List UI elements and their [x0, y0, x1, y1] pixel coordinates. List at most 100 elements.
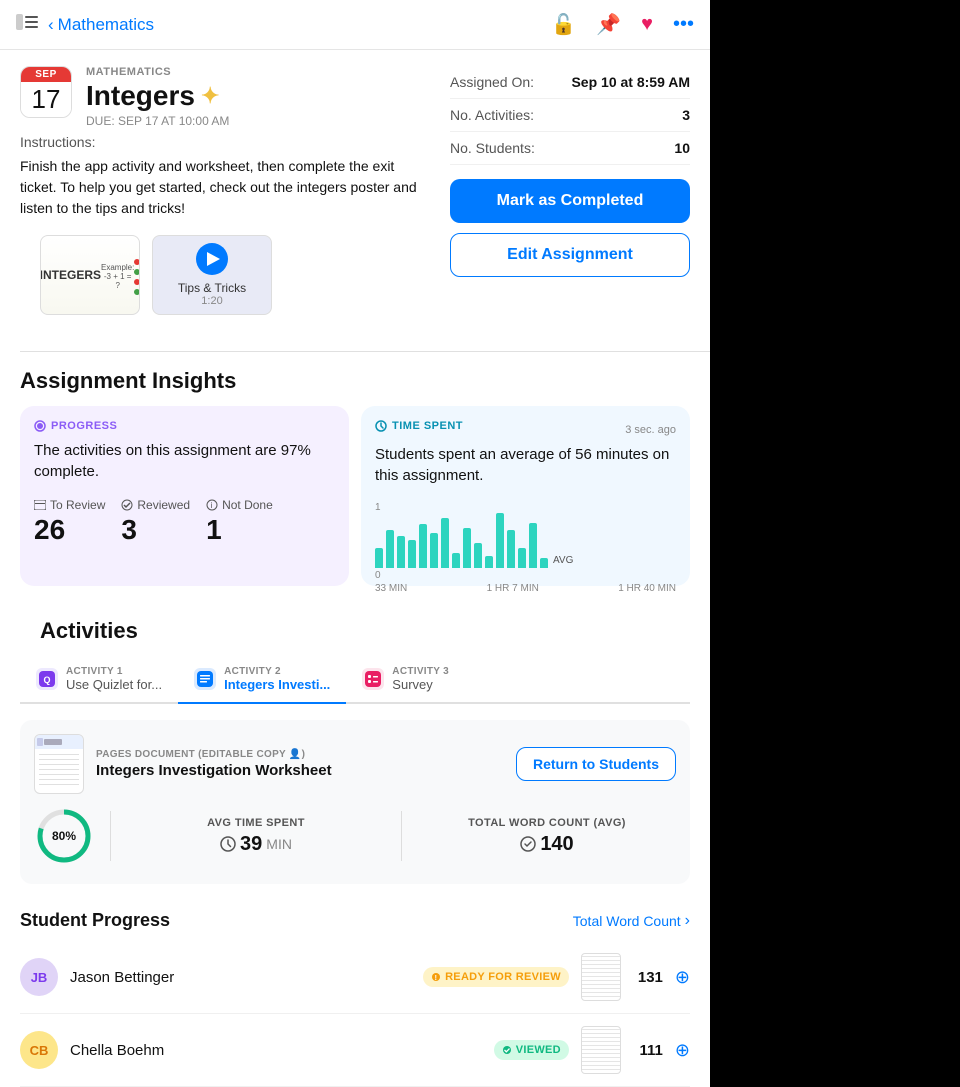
bar-3: [408, 540, 416, 568]
thumb-lines: [582, 1027, 620, 1073]
word-count-value: 140: [418, 833, 676, 856]
student-thumb-chella[interactable]: [581, 1026, 621, 1074]
sidebar-icon[interactable]: [16, 13, 38, 36]
back-nav[interactable]: ‹ Mathematics: [48, 15, 154, 35]
insights-grid: PROGRESS The activities on this assignme…: [0, 406, 710, 602]
students-row: No. Students: 10: [450, 132, 690, 165]
activity-tabs: Q ACTIVITY 1 Use Quizlet for... ACTIVITY…: [20, 656, 690, 704]
activities-label: No. Activities:: [450, 107, 534, 123]
insights-title: Assignment Insights: [0, 352, 710, 406]
activity-tab-2[interactable]: ACTIVITY 2 Integers Investi...: [178, 656, 346, 704]
activity-tab-3[interactable]: ACTIVITY 3 Survey: [346, 656, 465, 704]
more-options-chella[interactable]: ⊕: [675, 1040, 690, 1061]
doc-type-label: PAGES DOCUMENT (EDITABLE COPY 👤): [96, 749, 332, 760]
integers-poster-thumb[interactable]: INTEGERS Example: -3 + 1 = ?: [40, 235, 140, 315]
unlock-icon[interactable]: 🔓: [551, 12, 576, 37]
word-count-icon: [520, 836, 536, 852]
bar-chart: 1: [375, 502, 676, 572]
progress-ring: 80%: [34, 806, 94, 866]
tips-tricks-video[interactable]: Tips & Tricks 1:20: [152, 235, 272, 315]
pin-icon[interactable]: 📌: [596, 12, 621, 37]
chart-labels: 33 MIN 1 HR 7 MIN 1 HR 40 MIN: [375, 583, 676, 594]
more-options-jason[interactable]: ⊕: [675, 967, 690, 988]
metric-divider-1: [110, 811, 111, 861]
bar-10: [485, 556, 493, 568]
activities-row: No. Activities: 3: [450, 99, 690, 132]
bar-1: [386, 530, 394, 568]
total-word-count-link[interactable]: Total Word Count ›: [573, 912, 690, 930]
assigned-on-label: Assigned On:: [450, 74, 534, 90]
reviewed-label: Reviewed: [121, 498, 190, 512]
header-section: SEP 17 MATHEMATICS Integers ✦ DUE: SEP 1…: [0, 50, 710, 351]
instructions-text: Finish the app activity and worksheet, t…: [20, 156, 430, 219]
right-header: Assigned On: Sep 10 at 8:59 AM No. Activ…: [450, 66, 690, 335]
instructions-label: Instructions:: [20, 134, 430, 150]
svg-text:i: i: [211, 501, 213, 510]
progress-text: The activities on this assignment are 97…: [34, 440, 335, 482]
quizlet-icon: Q: [36, 668, 58, 690]
bar-8: [463, 528, 471, 568]
clock-icon: [220, 836, 236, 852]
avg-label: AVG: [553, 555, 573, 568]
edit-assignment-button[interactable]: Edit Assignment: [450, 233, 690, 277]
mark-completed-button[interactable]: Mark as Completed: [450, 179, 690, 223]
doc-header: PAGES DOCUMENT (EDITABLE COPY 👤) Integer…: [34, 734, 676, 794]
thumb-lines: [582, 954, 620, 1000]
survey-icon: [362, 668, 384, 690]
time-spent-text: Students spent an average of 56 minutes …: [375, 444, 676, 486]
assigned-on-row: Assigned On: Sep 10 at 8:59 AM: [450, 66, 690, 99]
bar-12: [507, 530, 515, 568]
poster-title: INTEGERS: [40, 268, 101, 282]
student-thumb-jason[interactable]: [581, 953, 621, 1001]
activity-tab-1[interactable]: Q ACTIVITY 1 Use Quizlet for...: [20, 656, 178, 704]
stats-row: To Review 26 Reviewed 3 i: [34, 498, 335, 546]
word-count-label: TOTAL WORD COUNT (AVG): [418, 817, 676, 829]
calendar-day: 17: [21, 82, 71, 117]
reviewed-value: 3: [121, 514, 190, 546]
svg-text:!: !: [435, 975, 438, 982]
avg-time-value: 39 MIN: [127, 833, 385, 856]
not-done-stat: i Not Done 1: [206, 498, 273, 546]
bar-4: [419, 524, 427, 568]
activities-title: Activities: [20, 602, 690, 656]
student-progress-section: Student Progress Total Word Count › JB J…: [20, 898, 690, 1087]
word-count-jason: 131: [633, 969, 663, 986]
more-icon[interactable]: •••: [673, 13, 694, 36]
bar-13: [518, 548, 526, 568]
status-jason: ! READY FOR REVIEW: [423, 967, 569, 987]
assignment-title: Integers ✦: [86, 80, 430, 112]
top-nav: ‹ Mathematics 🔓 📌 ♥ •••: [0, 0, 710, 50]
avatar-jason: JB: [20, 958, 58, 996]
not-done-value: 1: [206, 514, 273, 546]
student-row-jason: JB Jason Bettinger ! READY FOR REVIEW 13…: [20, 941, 690, 1014]
back-label: Mathematics: [58, 15, 154, 35]
activities-value: 3: [682, 107, 690, 123]
progress-ring-label: 80%: [52, 829, 76, 843]
student-name-chella: Chella Boehm: [70, 1042, 482, 1059]
poster-dots: [134, 259, 140, 295]
progress-card: PROGRESS The activities on this assignme…: [20, 406, 349, 586]
students-label: No. Students:: [450, 140, 535, 156]
time-spent-badge: TIME SPENT: [375, 420, 463, 432]
status-chella: VIEWED: [494, 1040, 569, 1060]
word-count-block: TOTAL WORD COUNT (AVG) 140: [418, 817, 676, 856]
play-button[interactable]: [196, 243, 228, 275]
calendar-icon: SEP 17: [20, 66, 72, 118]
doc-left: PAGES DOCUMENT (EDITABLE COPY 👤) Integer…: [34, 734, 332, 794]
heart-icon[interactable]: ♥: [641, 13, 653, 36]
student-progress-header: Student Progress Total Word Count ›: [20, 898, 690, 941]
sparkle-icon: ✦: [201, 83, 219, 109]
return-to-students-button[interactable]: Return to Students: [516, 747, 676, 781]
bar-6: [441, 518, 449, 568]
bar-7: [452, 553, 460, 568]
bars-container: AVG: [375, 515, 676, 570]
due-date: DUE: SEP 17 AT 10:00 AM: [86, 114, 430, 128]
to-review-value: 26: [34, 514, 105, 546]
chevron-left-icon: ‹: [48, 15, 54, 35]
video-title: Tips & Tricks: [178, 281, 246, 295]
time-timestamp: 3 sec. ago: [625, 424, 676, 436]
calendar-month: SEP: [21, 67, 71, 82]
tab-1-info: ACTIVITY 1 Use Quizlet for...: [66, 666, 162, 692]
doc-thumb-lines: [39, 753, 79, 789]
word-count-chella: 111: [633, 1042, 663, 1059]
